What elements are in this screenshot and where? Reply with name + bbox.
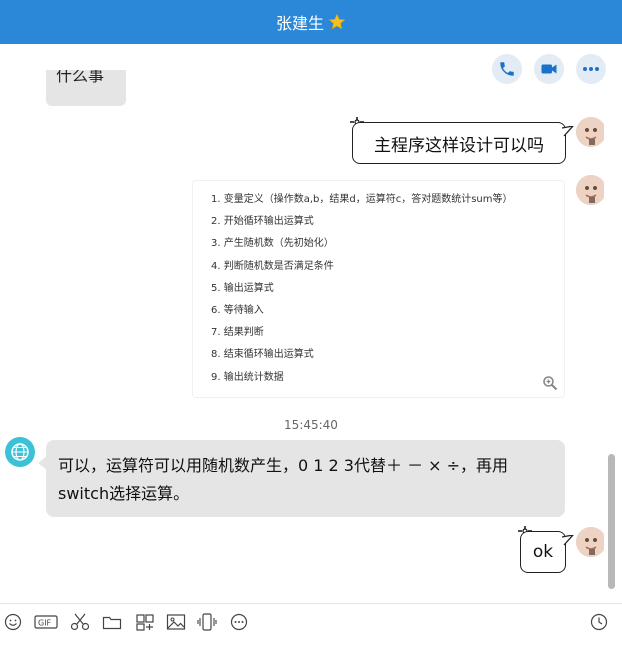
history-clock-icon bbox=[590, 613, 608, 631]
history-button[interactable] bbox=[588, 612, 610, 632]
scroll-thumb[interactable] bbox=[608, 454, 615, 589]
bubble-tail bbox=[562, 126, 574, 137]
svg-text:GIF: GIF bbox=[38, 619, 52, 628]
message-bubble-ok: ok bbox=[520, 531, 566, 573]
message-list[interactable]: 什么事 主程序这样设计可以吗 1. 变量定义（操作数a,b，结果d，运算符c，答… bbox=[0, 44, 604, 603]
message-bubble-partial: 什么事 bbox=[46, 70, 126, 106]
gif-button[interactable]: GIF bbox=[33, 612, 59, 632]
list-item: 4. 判断随机数是否满足条件 bbox=[211, 260, 334, 272]
list-item: 7. 结果判断 bbox=[211, 327, 264, 339]
more-icon bbox=[583, 67, 599, 71]
more-button[interactable] bbox=[576, 54, 606, 84]
capture-button[interactable] bbox=[134, 612, 156, 632]
image-icon bbox=[166, 614, 186, 630]
input-toolbar: GIF bbox=[0, 603, 622, 655]
more-circle-icon bbox=[230, 613, 248, 631]
emoji-icon bbox=[4, 613, 22, 631]
emoji-button[interactable] bbox=[2, 612, 24, 632]
video-call-icon bbox=[541, 64, 557, 74]
contact-avatar[interactable] bbox=[5, 437, 35, 467]
folder-icon bbox=[102, 616, 122, 630]
image-message[interactable]: 1. 变量定义（操作数a,b，结果d，运算符c，答对题数统计sum等） 2. 开… bbox=[192, 180, 565, 398]
list-item: 3. 产生随机数（先初始化） bbox=[211, 238, 334, 250]
screenshot-cut-button[interactable] bbox=[69, 612, 91, 632]
timestamp: 15:45:40 bbox=[284, 418, 338, 432]
phone-call-button[interactable] bbox=[492, 54, 522, 84]
file-button[interactable] bbox=[101, 612, 123, 632]
my-avatar[interactable] bbox=[576, 117, 604, 147]
image-button[interactable] bbox=[165, 612, 187, 632]
shake-button[interactable] bbox=[196, 612, 218, 632]
contact-name: 张建生 bbox=[275, 14, 324, 33]
list-item: 9. 输出统计数据 bbox=[211, 371, 284, 383]
star-icon bbox=[328, 13, 346, 31]
image-text-list: 1. 变量定义（操作数a,b，结果d，运算符c，答对题数统计sum等） 2. 开… bbox=[193, 181, 564, 389]
list-item: 6. 等待输入 bbox=[211, 304, 264, 316]
list-item: 2. 开始循环输出运算式 bbox=[211, 216, 314, 228]
gif-icon: GIF bbox=[34, 615, 58, 629]
video-call-button[interactable] bbox=[534, 54, 564, 84]
list-item: 5. 输出运算式 bbox=[211, 282, 274, 294]
more-tools-button[interactable] bbox=[228, 612, 250, 632]
chat-window: 张建生 什么事 主程序这样设计可以吗 1. 变量定义（操作数a,b，结果d，运算… bbox=[0, 0, 622, 655]
message-bubble-question: 主程序这样设计可以吗 bbox=[352, 122, 566, 164]
screenshot-icon bbox=[136, 614, 154, 631]
header-actions bbox=[492, 54, 606, 84]
bubble-tail bbox=[562, 535, 574, 546]
zoom-icon[interactable] bbox=[542, 375, 558, 391]
my-avatar[interactable] bbox=[576, 527, 604, 557]
message-bubble-reply: 可以，运算符可以用随机数产生，0 1 2 3代替＋ － × ÷，再用switch… bbox=[46, 440, 565, 517]
scissors-icon bbox=[70, 613, 90, 631]
scrollbar[interactable] bbox=[604, 44, 618, 603]
list-item: 1. 变量定义（操作数a,b，结果d，运算符c，答对题数统计sum等） bbox=[211, 194, 513, 205]
phone-shake-icon bbox=[197, 613, 217, 631]
title-bar: 张建生 bbox=[0, 0, 622, 44]
my-avatar[interactable] bbox=[576, 175, 604, 205]
list-item: 8. 结束循环输出运算式 bbox=[211, 349, 314, 361]
phone-icon bbox=[500, 62, 514, 76]
